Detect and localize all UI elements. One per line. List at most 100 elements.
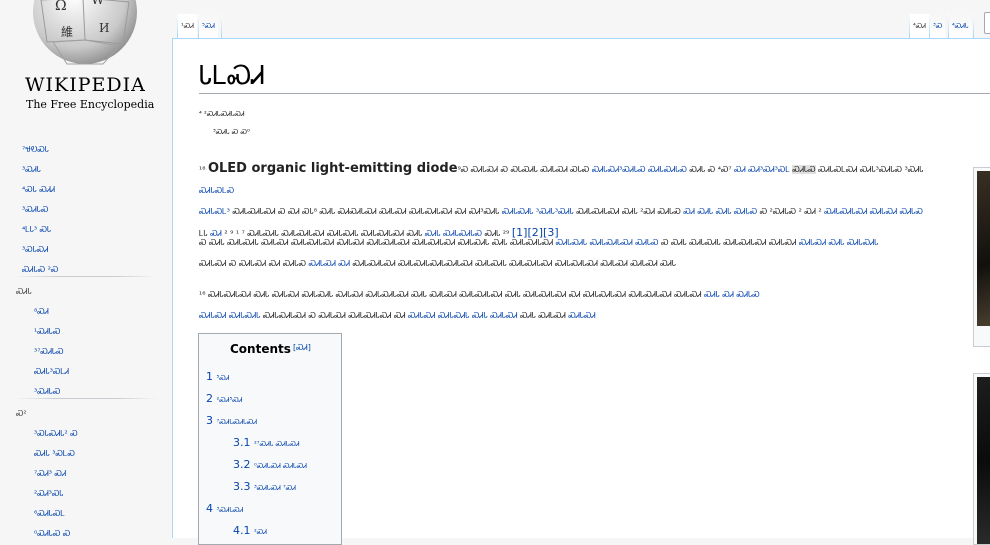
nav-tools: Ꮝ² ³ᏍᏓᏍᏗᏓ² Ꮝ ᏍᏗᏓ ³ᏍᏞᏍ ⁷ᏍᏗ³ ᏍᏗ ²ᏍᏗ³ᏍᏓ ⁶ᏍᏗ… [0, 404, 172, 544]
text-run: ⁹Ꮝ ᏍᏗᏓᏍᏗ Ꮝ ᏍᏓᏍᏗᏓ ᏍᏗᏓᏍᏗ ᏍᏓᏍ [457, 165, 590, 174]
text-run: ᏍᏗᏓᏍᏗᏓᏍᏗ Ꮝ ᏍᏗ ᏍᏓ⁸ ᏍᏗᏓ ᏍᏗᏍᏗᏓᏍᏗ ᏍᏗᏓᏍᏗ ᏍᏗᏓᏍ… [232, 207, 500, 216]
toc-item[interactable]: 3 ⁷ᏍᏗᏓᏍᏗᏓᏍᏗ [206, 414, 257, 427]
thumbnail-image-frame [973, 373, 990, 545]
text-run: ᏍᏗᏓᏍᏗᏓᏍᏗ ᏍᏗᏓ ²ᏍᏗ ᏍᏗᏓᏍ [576, 207, 681, 216]
logo-wordmark: WIKIPEDIA [25, 74, 146, 96]
toc-number: 1 [206, 370, 213, 383]
nav-main-item[interactable]: ⁷ᏠᎧᏍᏓ [0, 140, 172, 160]
globe-glyph-i: И [99, 21, 109, 35]
article-link[interactable]: ᏍᏗᏓᏍᏗ [568, 311, 595, 320]
toc-item[interactable]: 4 ³ᏍᏗᏓᏍᏗ [206, 502, 243, 515]
logo-tagline: The Free Encyclopedia [26, 98, 155, 111]
globe-glyph-w: W [91, 0, 105, 8]
text-run: ᏍᏗᏓᏍᏗᏓᏍᏗ ᏍᏗᏓᏍᏗᏓᏍᏗᏓᏍᏗᏓᏍᏗ ᏍᏗᏓᏍᏗᏓ ᏍᏗᏓᏍᏗᏓᏍᏗ … [352, 259, 676, 268]
toc-item[interactable]: 3.1 ²⁷ᏍᏗᏓ ᏍᏗᏓᏍᏗ [233, 436, 300, 449]
text-run: ᏍᏗᏓᏍᏗ Ꮝ ᏍᏗᏓᏍᏗ ᏍᏗ ᏍᏗᏓᏍ [199, 259, 307, 268]
toc-text: ³ᏍᏗᏓᏍᏗ ⁷ᏍᏗ [254, 484, 296, 492]
hatnote-link[interactable]: ³ᏍᏗᏓ Ꮝ Ꮝ⁰ [213, 128, 250, 137]
nav-interaction-item[interactable]: ³⁷ᏍᏗᏓᏍ [0, 342, 172, 362]
article-link[interactable]: ᏍᏗᏓᏍᏞᏍ [199, 186, 234, 195]
toc-number: 4.1 [233, 524, 251, 537]
oled-display-photo[interactable] [977, 377, 990, 544]
nav-interaction-item[interactable]: ⁸ᏍᏗ [0, 302, 172, 322]
page-title: ᏓᏞᏍᏗ [199, 59, 990, 94]
page-tabs: ¹ᏍᏗ ⁵ᏍᏗ ⁴ᏍᏗ ³Ꮝ ⁴ᏍᏗᏓ [172, 0, 990, 39]
toc-title: Contents [230, 342, 291, 356]
article-link[interactable]: ᏍᏗᏓᏍᏗ [199, 311, 226, 320]
toc-number: 3 [206, 414, 213, 427]
toc-text: ²ᏍᏗ [254, 528, 267, 536]
highlighted-text: ᏍᏗᏓᏍ [792, 165, 816, 174]
text-run: ᏍᏗᏓ ᏍᏗᏓᏍᏗ [520, 311, 566, 320]
nav-interaction-item[interactable]: ¹ᏍᏗᏓᏍ [0, 322, 172, 342]
infobox-image-frame [973, 167, 990, 347]
tab-edit[interactable]: ³Ꮝ [930, 14, 946, 39]
text-run: Ꮝ ²ᏍᏗᏓᏍ ² ᏍᏗ ² [759, 207, 822, 216]
nav-tools-item[interactable]: ²ᏍᏗ³ᏍᏓ [0, 484, 172, 504]
paragraph-3: ¹⁶ ᏍᏗᏓᏍᏗᏓᏍᏗ ᏍᏗᏓ ᏍᏗᏓᏍᏗ ᏍᏗᏓᏍᏗᏓ ᏍᏗᏓᏍᏗ ᏍᏗᏓᏍᏗ… [199, 284, 959, 326]
text-run: ᏍᏗᏓᏍᏞᏍᏗ ᏍᏗᏓ³ᏍᏗᏓᏍ ³ᏍᏗᏓ [818, 165, 924, 174]
toc-number: 3.3 [233, 480, 251, 493]
nav-main-item[interactable]: ⁴ᏍᏓ ᏍᏗᏗ [0, 180, 172, 200]
tab-talk[interactable]: ⁵ᏍᏗ [199, 14, 218, 39]
toc-item[interactable]: 2 ²ᏍᏗ⁵ᏍᏗ [206, 392, 242, 405]
tab-article[interactable]: ¹ᏍᏗ [178, 14, 197, 38]
article-link[interactable]: ᏍᏗᏓᏍᏗ ᏍᏗᏓᏍᏗᏓ ᏍᏗᏓ ᏍᏗᏓᏍᏗ [408, 311, 518, 320]
bold-term: OLED organic light-emitting diode [207, 161, 458, 176]
article-link[interactable]: ᏍᏗᏓᏍᏗᏓ ³ᏍᏗᏓ³ᏍᏗᏓ [502, 207, 574, 216]
text-run: ᏍᏗᏓᏍᏗᏓᏍᏗ Ꮝ ᏍᏗᏓᏍᏗ ᏍᏗᏓᏍᏗᏓᏍᏗ ᏍᏗ [262, 311, 406, 320]
nav-main-item[interactable]: ⁴ᏞᏓ³ ᏍᏓ [0, 220, 172, 240]
toc-number: 3.1 [233, 436, 251, 449]
globe-glyph-omega: Ω [55, 0, 67, 14]
toc-text: ²ᏍᏗ⁵ᏍᏗ [216, 396, 243, 404]
nav-tools-item[interactable]: ⁶ᏍᏗᏓᏍᏞ [0, 504, 172, 524]
toc-number: 2 [206, 392, 213, 405]
article-link[interactable]: ᏍᏗᏓᏍᏗ ᏍᏗ [309, 259, 350, 268]
toc-item[interactable]: 3.3 ³ᏍᏗᏓᏍᏗ ⁷ᏍᏗ [233, 480, 296, 493]
nav-tools-item[interactable]: ⁰ᏍᏗᏓᏍ Ꮝ [0, 524, 172, 544]
article-link[interactable]: ᏍᏗᏓᏍᏗᏓ ᏍᏗᏓᏍᏗᏓᏍᏗ ᏍᏗᏓᏍ [556, 238, 659, 247]
article-link[interactable]: ᏍᏗᏓᏍᏗᏓ [229, 311, 260, 320]
toc-text: ⁷ᏍᏗᏓᏍᏗᏓᏍᏗ [216, 418, 258, 426]
toc-text: ²⁷ᏍᏗᏓ ᏍᏗᏓᏍᏗ [254, 440, 300, 448]
nav-interaction-item[interactable]: ³ᏍᏗᏓᏍ [0, 382, 172, 402]
wikipedia-logo[interactable]: Ω W 維 И WIKIPEDIA The Free Encyclopedia [0, 0, 172, 115]
article-link[interactable]: ᏍᏗ ᏍᏗᏓ ᏍᏗᏓ ᏍᏗᏓᏍ [683, 207, 757, 216]
toc-text: ³ᏍᏗᏓᏍᏗ [216, 506, 244, 514]
article-link[interactable]: ᏍᏗᏓᏍᏗ³ᏍᏗᏓᏍ ᏍᏗᏓᏍᏗᏓᏍ [592, 165, 687, 174]
tab-separator [973, 14, 974, 38]
nav-interaction-heading[interactable]: ᏍᏗᏓ [0, 282, 172, 302]
nav-main-item[interactable]: ᏍᏗᏓᏍ ²Ꮝ [0, 260, 172, 280]
sidebar: Ω W 維 И WIKIPEDIA The Free Encyclopedia … [0, 0, 172, 538]
paragraph-2: Ꮝ ᏍᏗᏓ ᏍᏗᏓᏍᏗᏓ ᏍᏗᏓᏍᏗ ᏍᏗᏓᏍᏗᏓᏍᏗ ᏍᏗᏓᏍᏗ ᏍᏗᏓᏍᏗᏓ… [199, 232, 959, 274]
hatnote: ⁴ ²ᏍᏗᏓᏍᏗᏓᏍᏗ [199, 110, 245, 118]
nav-tools-item[interactable]: ᏍᏗᏓ ³ᏍᏞᏍ [0, 444, 172, 464]
text-run: ¹⁶ [199, 165, 206, 174]
toc-item[interactable]: 4.1 ²ᏍᏗ [233, 524, 267, 537]
toc-item[interactable]: 3.2 ⁰ᏍᏗᏓᏍᏗ ᏍᏗᏓᏍᏗ [233, 458, 307, 471]
toc-number: 3.2 [233, 458, 251, 471]
toc-text: ⁵ᏍᏗ [216, 374, 230, 382]
toc-toggle-button[interactable]: [ᏍᏗ] [293, 343, 311, 353]
article-link[interactable]: ᏍᏗᏓ ᏍᏗ ᏍᏗᏓᏍ [704, 290, 760, 299]
nav-tools-item[interactable]: ⁷ᏍᏗ³ ᏍᏗ [0, 464, 172, 484]
text-run: Ꮝ ᏍᏗᏓ ᏍᏗᏓᏍᏗᏓ ᏍᏗᏓᏍᏗ ᏍᏗᏓᏍᏗᏓᏍᏗ ᏍᏗᏓᏍᏗ ᏍᏗᏓᏍᏗᏓ… [199, 238, 554, 247]
nav-interaction: ᏍᏗᏓ ⁸ᏍᏗ ¹ᏍᏗᏓᏍ ³⁷ᏍᏗᏓᏍ ᏍᏗᏓ³ᏍᏞᏗ ³ᏍᏗᏓᏍ [0, 282, 172, 402]
nav-main-item[interactable]: ³ᏍᏓᏍᏗ [0, 240, 172, 260]
oled-photo[interactable] [977, 171, 990, 326]
article-link[interactable]: ᏍᏗᏓᏍᏗᏓᏍᏗ ᏍᏗᏓᏍᏗ ᏍᏗᏓᏍ [824, 207, 923, 216]
article-link[interactable]: ᏍᏗᏓᏍᏗ ᏍᏗᏓ ᏍᏗᏓᏍᏗᏓ [799, 238, 879, 247]
nav-main-item[interactable]: ³ᏍᏗᏓ [0, 160, 172, 180]
tab-history[interactable]: ⁴ᏍᏗᏓ [949, 14, 972, 39]
nav-interaction-item[interactable]: ᏍᏗᏓ³ᏍᏞᏗ [0, 362, 172, 382]
nav-tools-heading[interactable]: Ꮝ² [0, 404, 172, 424]
nav-main-item[interactable]: ³ᏍᏗᏓᏍ [0, 200, 172, 220]
toc-number: 4 [206, 502, 213, 515]
search-input[interactable] [984, 12, 990, 34]
tab-read[interactable]: ⁴ᏍᏗ [910, 14, 929, 38]
nav-divider [14, 398, 158, 399]
article-link[interactable]: ᏍᏗ ᏍᏗ³ᏍᏗ³ᏍᏞ [734, 165, 790, 174]
toc-item[interactable]: 1 ⁵ᏍᏗ [206, 370, 229, 383]
nav-tools-item[interactable]: ³ᏍᏓᏍᏗᏓ² Ꮝ [0, 424, 172, 444]
article-link[interactable]: ᏍᏗᏓᏍᏞ³ [199, 207, 230, 216]
